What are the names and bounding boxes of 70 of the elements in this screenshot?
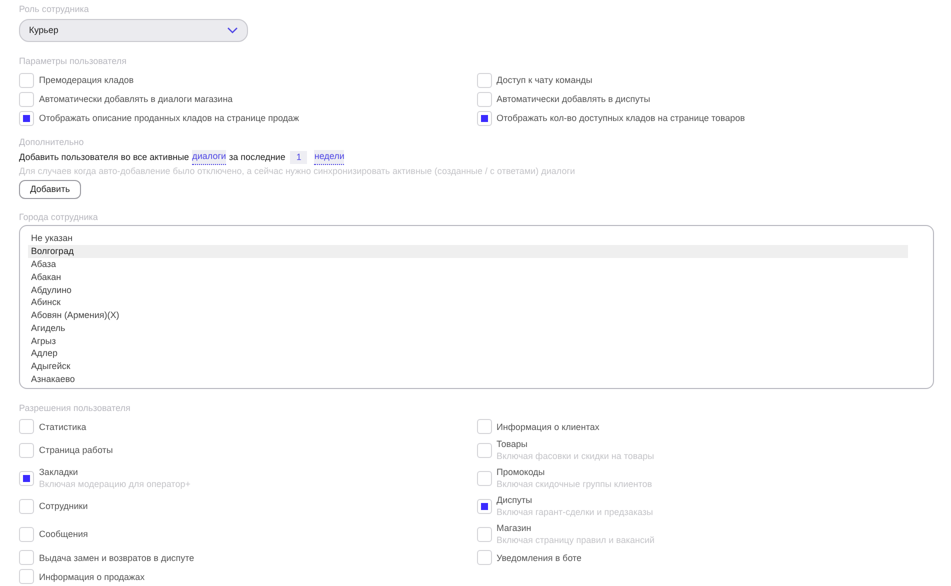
option-label: Диспуты [496,494,534,506]
city-option[interactable]: Абакан [28,270,908,284]
checkbox[interactable] [19,470,34,486]
option-label: Информация о клиентах [496,420,600,432]
option-label: Уведомления в боте [496,552,582,564]
option-label: Товары [496,438,528,450]
add-button[interactable]: Добавить [19,180,81,199]
checkbox[interactable] [476,526,492,542]
city-option[interactable]: Абаза [28,258,908,271]
option-label: Информация о продажах [39,570,145,582]
checkbox[interactable] [476,72,492,88]
checkbox[interactable] [476,498,492,514]
option-label: Автоматически добавлять в диспуты [496,93,650,106]
city-option[interactable]: Адлер [28,347,908,360]
checkbox[interactable] [476,470,492,486]
city-option[interactable]: Абовян (Армения)(X) [28,309,908,322]
city-option[interactable]: Агидель [28,322,908,335]
option-note: Включая страницу правил и вакансий [496,534,655,546]
checkbox[interactable] [19,442,34,458]
checkbox[interactable] [476,550,492,565]
option-label: Сотрудники [39,500,88,512]
option-label: Выдача замен и возвратов в диспуте [39,552,194,564]
checkbox[interactable] [19,569,34,584]
section-label: Разрешения пользователя [19,402,132,415]
option-label: Премодерация кладов [39,74,134,86]
sync-text: Добавить пользователя во все активные [19,150,190,164]
option-label: Закладки [39,466,79,478]
option-label: Доступ к чату команды [496,74,592,86]
option-label: Магазин [496,522,532,534]
period-select[interactable]: недели [314,150,344,165]
option-label: Статистика [39,420,86,432]
section-label: Роль сотрудника [19,3,90,16]
option-label: Сообщения [39,528,88,540]
section-label: Дополнительно [19,136,85,149]
checkbox[interactable] [476,110,492,126]
role-select[interactable]: Курьер [19,18,248,42]
section-label: Параметры пользователя [19,55,128,68]
option-note: Включая фасовки и скидки на товары [496,450,654,462]
city-option[interactable]: Волгоград [28,245,908,258]
checkbox[interactable] [19,419,34,434]
option-note: Включая скидочные группы клиентов [496,478,652,490]
checkbox[interactable] [476,92,492,107]
option-label: Отображать описание проданных кладов на странице продаж [39,112,300,124]
checkbox[interactable] [19,550,34,565]
option-label: Автоматически добавлять в диалоги магазина [39,93,233,106]
option-note: Включая модерацию для оператор+ [39,478,190,490]
section-label: Города сотрудника [19,210,99,224]
option-label: Промокоды [496,466,546,478]
checkbox[interactable] [19,498,34,514]
city-option[interactable]: Абинск [28,296,908,310]
checkbox[interactable] [19,526,34,542]
dialog-type-select[interactable]: диалоги [192,150,226,165]
checkbox[interactable] [19,92,34,107]
hint-text: Для случаев когда авто-добавление было отключено, а сейчас нужно синхронизировать активные (созданные / с ответами) диалоги [19,164,576,178]
sync-text: за последние [229,150,286,164]
city-list[interactable]: Не указан Волгоград Абаза Абакан Абдулино Абинск Абовян (Армения)(X) Агидель Агрыз Адлер Адыгейск Азнакаево [19,225,934,388]
count-input[interactable]: 1 [290,150,308,164]
city-option[interactable]: Не указан [28,232,908,246]
checkbox[interactable] [476,419,492,434]
option-note: Включая гарант-сделки и предзаказы [496,506,654,518]
checkbox[interactable] [19,72,34,88]
option-label: Отображать кол-во доступных кладов на странице товаров [496,112,745,124]
checkbox[interactable] [476,442,492,458]
city-option[interactable]: Агрыз [28,334,908,348]
chevron-down-icon [227,26,238,34]
option-label: Страница работы [39,444,113,456]
city-option[interactable]: Адыгейск [28,360,908,374]
checkbox[interactable] [19,110,34,126]
city-option[interactable]: Азнакаево [28,373,908,386]
city-option[interactable]: Абдулино [28,284,908,296]
